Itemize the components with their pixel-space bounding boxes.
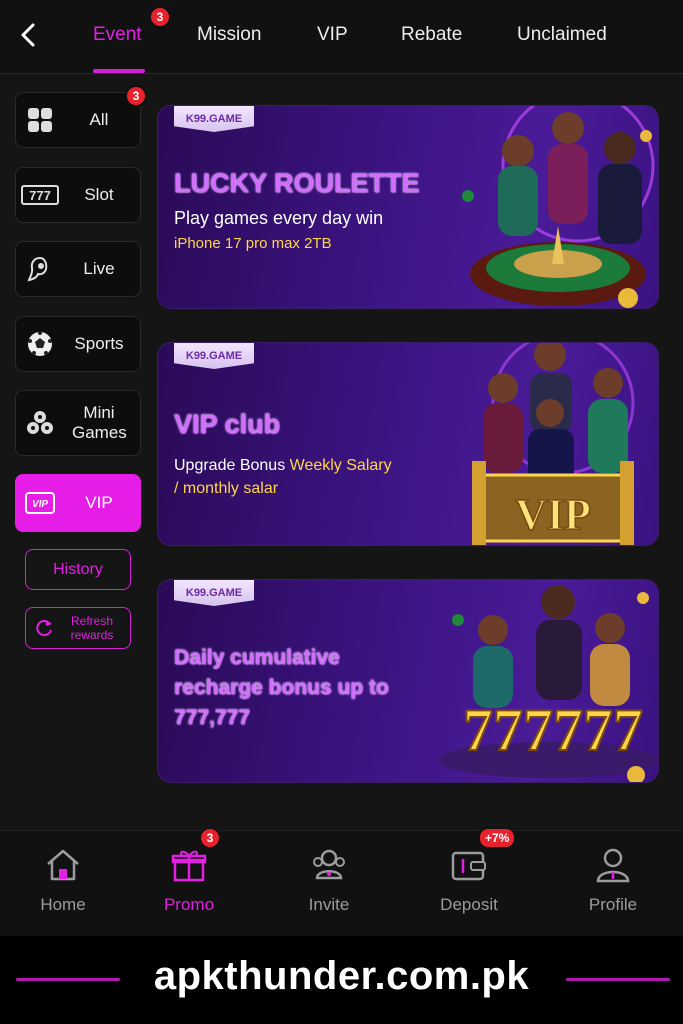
banner-subtitle: Play games every day win [174,208,384,228]
roulette-artwork [462,106,655,308]
sidebar-item-label: Sports [74,334,124,353]
banner-title: LUCKY ROULETTE [174,168,420,198]
tab-event[interactable]: Event [93,24,142,46]
history-button[interactable]: History [25,549,131,590]
vip-card-icon: VIP [25,488,55,518]
promo-screen: Event 3 Mission VIP Rebate Unclaimed All… [0,0,683,1024]
sidebar-item-label: Mini Games [72,403,127,442]
sidebar-item-label: Slot [84,185,114,204]
watermark-text: apkthunder.com.pk [153,954,530,998]
wallet-icon [451,851,486,881]
tab-rebate[interactable]: Rebate [401,24,462,46]
sidebar-item-vip[interactable]: VIP VIP [15,474,141,532]
jackpot-art-text: 777777 [463,697,643,763]
nav-invite[interactable]: Invite [274,831,384,937]
vip-art-text: VIP [515,490,591,539]
tab-event-badge: 3 [149,6,171,28]
home-icon [47,849,79,881]
nav-promo-badge: 3 [199,827,221,849]
refresh-icon [36,620,52,637]
sidebar-item-label: All [89,110,109,129]
nav-label: Profile [588,895,638,914]
svg-text:VIP: VIP [32,499,48,510]
refresh-rewards-button[interactable]: Refresh rewards [25,607,131,649]
banner-title-line3: 777,777 [174,706,250,729]
tab-mission[interactable]: Mission [197,24,261,46]
banner-vip-club[interactable]: K99.GAME VIP club Upgrade Bonus Weekly S… [157,342,659,546]
nav-deposit[interactable]: Deposit +7% [414,827,524,937]
nav-promo[interactable]: Promo 3 [134,827,244,937]
slot-777-icon: 777 [21,180,59,210]
nav-label: Deposit [440,895,498,914]
active-tab-indicator [93,69,145,73]
gift-icon [171,850,207,882]
nav-label: Promo [163,895,215,914]
nav-profile[interactable]: Profile [558,831,668,937]
banner-subtitle-line2: / monthly salar [174,480,279,497]
svg-text:777: 777 [29,188,51,203]
sidebar-item-mini-games[interactable]: Mini Games [15,390,141,456]
banner-subtitle-text: Upgrade Bonus [174,457,286,474]
vip-artwork: VIP [472,343,635,545]
refresh-rewards-label: Refresh rewards [70,614,114,642]
nav-home[interactable]: Home [8,831,118,937]
watermark-banner: apkthunder.com.pk [0,936,683,1024]
banner-title-line1: Daily cumulative [174,646,340,669]
tab-vip[interactable]: VIP [317,24,348,46]
mini-games-icon [25,408,55,438]
profile-icon [596,848,630,883]
sidebar-all-badge: 3 [125,85,147,107]
banner-title: VIP club [174,409,281,439]
live-dealer-icon [25,254,55,284]
history-label: History [53,560,103,578]
top-tab-bar: Event 3 Mission VIP Rebate Unclaimed [0,0,683,74]
jackpot-artwork: 777777 [438,585,658,782]
nav-deposit-badge: +7% [478,827,517,849]
sidebar-item-sports[interactable]: Sports [15,316,141,372]
sidebar-item-all[interactable]: All [15,92,141,148]
brand-tag: K99.GAME [174,343,254,369]
brand-tag: K99.GAME [174,580,254,606]
tab-unclaimed[interactable]: Unclaimed [517,24,607,46]
sidebar-item-live[interactable]: Live [15,241,141,297]
banner-lucky-roulette[interactable]: K99.GAME LUCKY ROULETTE Play games every… [157,105,659,309]
banner-prize: iPhone 17 pro max 2TB [174,235,332,252]
sidebar-item-label: VIP [85,493,113,512]
banner-daily-recharge[interactable]: K99.GAME Daily cumulative recharge bonus… [157,579,659,783]
banner-subtitle-highlight: Weekly Salary [289,457,392,474]
banner-subtitle: Upgrade Bonus Weekly Salary / monthly sa… [174,454,434,500]
grid-icon [25,105,55,135]
back-button[interactable] [14,20,42,50]
banner-title-line2: recharge bonus up to [174,676,389,699]
sidebar-item-label: Live [83,259,115,278]
sidebar-item-slot[interactable]: 777 Slot [15,167,141,223]
brand-tag: K99.GAME [174,106,254,132]
soccer-ball-icon [25,329,55,359]
nav-label: Home [40,895,86,914]
bottom-nav: Home Promo 3 Invite Deposit +7% Profile [0,827,683,937]
invite-users-icon [313,849,345,880]
nav-label: Invite [308,895,350,914]
chevron-left-icon [21,23,35,47]
